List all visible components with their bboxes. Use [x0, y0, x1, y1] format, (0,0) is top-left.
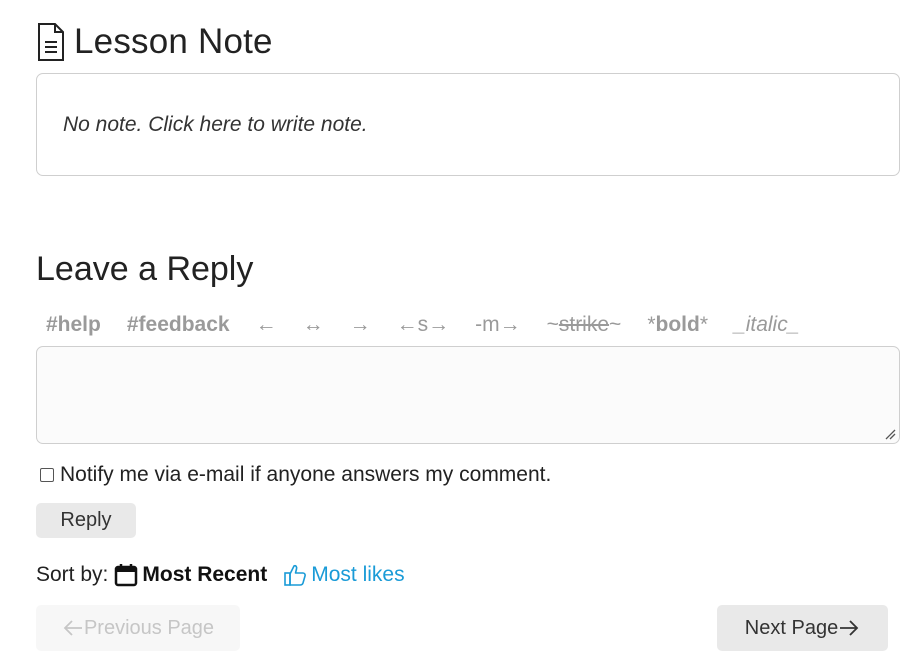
next-page-button[interactable]: Next Page	[717, 605, 888, 651]
arrow-right-icon	[840, 620, 859, 636]
format-strike-label: strike	[558, 313, 610, 336]
notify-row: Notify me via e-mail if anyone answers m…	[40, 463, 551, 487]
format-s-arrows[interactable]: ←s→	[397, 313, 450, 337]
format-strike-suffix: ~	[609, 313, 622, 336]
sort-most-recent[interactable]: Most Recent	[114, 563, 267, 587]
previous-page-button: Previous Page	[36, 605, 240, 651]
format-both-arrow[interactable]: ↔	[303, 313, 324, 337]
next-page-label: Next Page	[744, 616, 839, 639]
lesson-note-box[interactable]: No note. Click here to write note.	[36, 73, 900, 176]
format-help-tag[interactable]: #help	[46, 313, 101, 337]
calendar-icon	[115, 564, 138, 587]
page: Lesson Note No note. Click here to write…	[0, 0, 922, 661]
format-feedback-tag[interactable]: #feedback	[127, 313, 230, 337]
sort-most-likes-label: Most likes	[311, 563, 405, 586]
format-toolbar: #help #feedback ← ↔ → ←s→ -m→ ~strike~ *…	[46, 310, 825, 340]
arrow-left-icon	[63, 620, 82, 636]
format-italic[interactable]: _italic_	[734, 313, 799, 337]
sort-label: Sort by:	[36, 563, 109, 586]
reply-title: Leave a Reply	[36, 250, 254, 288]
document-icon	[38, 23, 64, 61]
previous-page-label: Previous Page	[83, 616, 215, 639]
format-m-arrow[interactable]: -m→	[475, 313, 521, 337]
sort-row: Sort by: Most Recent Most likes	[36, 563, 405, 587]
lesson-note-placeholder: No note. Click here to write note.	[63, 112, 368, 136]
format-bold-suffix: *	[699, 313, 709, 336]
format-bold-prefix: *	[647, 313, 656, 336]
format-strike[interactable]: ~strike~	[547, 313, 622, 337]
notify-checkbox[interactable]	[40, 468, 54, 482]
sort-most-likes[interactable]: Most likes	[283, 563, 405, 587]
thumbs-up-icon	[284, 564, 307, 586]
reply-button[interactable]: Reply	[36, 503, 136, 538]
format-bold-label: bold	[655, 313, 700, 336]
lesson-note-title: Lesson Note	[74, 22, 273, 61]
notify-label[interactable]: Notify me via e-mail if anyone answers m…	[60, 463, 551, 487]
lesson-note-header: Lesson Note	[36, 20, 273, 64]
resize-grip-icon[interactable]	[884, 428, 896, 440]
format-right-arrow[interactable]: →	[350, 313, 371, 337]
reply-textarea[interactable]	[36, 346, 900, 444]
sort-most-recent-label: Most Recent	[142, 563, 268, 586]
format-left-arrow[interactable]: ←	[256, 313, 277, 337]
format-bold[interactable]: *bold*	[647, 313, 708, 337]
format-strike-prefix: ~	[546, 313, 559, 336]
